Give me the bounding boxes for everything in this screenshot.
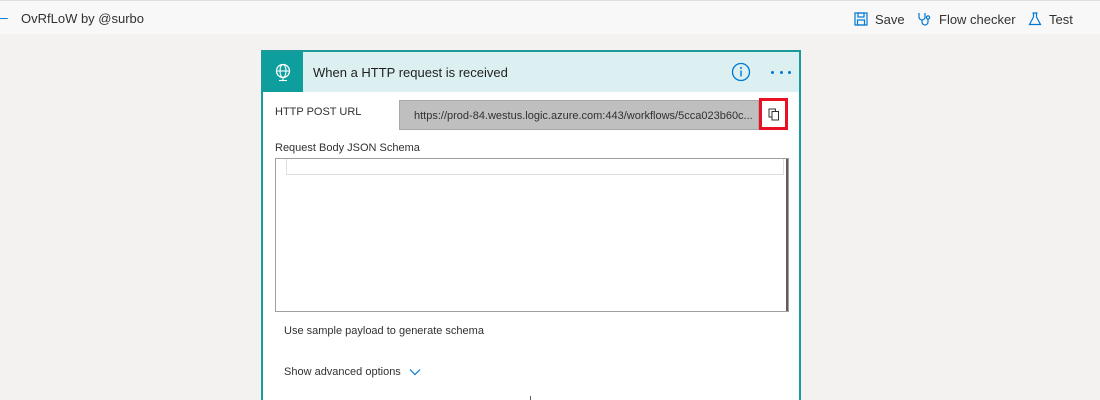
http-request-trigger-icon <box>263 52 303 92</box>
schema-editor-first-line <box>286 159 784 175</box>
copy-url-button[interactable] <box>759 98 788 130</box>
more-options-icon[interactable] <box>771 71 791 75</box>
back-arrow-icon[interactable]: – <box>0 9 8 25</box>
flow-checker-button[interactable]: Flow checker <box>917 10 1016 28</box>
schema-label: Request Body JSON Schema <box>275 142 420 154</box>
http-post-url-label: HTTP POST URL <box>275 106 362 118</box>
test-button[interactable]: Test <box>1028 10 1073 28</box>
command-bar: – OvRfLoW by @surbo Save Flow checker Te… <box>0 0 1100 34</box>
flask-icon <box>1028 12 1042 26</box>
flow-title: OvRfLoW by @surbo <box>21 11 145 26</box>
http-post-url-field[interactable]: https://prod-84.westus.logic.azure.com:4… <box>399 100 759 130</box>
flow-connector-line <box>530 396 531 400</box>
info-icon[interactable] <box>731 62 751 82</box>
test-label: Test <box>1049 11 1073 27</box>
stethoscope-icon <box>918 12 931 26</box>
save-label: Save <box>875 11 905 27</box>
schema-editor[interactable] <box>275 158 789 312</box>
show-advanced-options-label: Show advanced options <box>284 366 401 378</box>
schema-editor-scrollbar[interactable] <box>786 159 788 311</box>
save-button[interactable]: Save <box>854 10 905 28</box>
card-header[interactable]: When a HTTP request is received <box>263 52 799 92</box>
flow-checker-label: Flow checker <box>939 11 1016 27</box>
show-advanced-options-toggle[interactable]: Show advanced options <box>284 366 421 378</box>
globe-icon <box>275 63 291 82</box>
copy-icon <box>768 108 779 120</box>
http-trigger-card: When a HTTP request is received HTTP POS… <box>261 50 801 400</box>
save-icon <box>854 12 868 26</box>
card-title: When a HTTP request is received <box>313 65 508 80</box>
use-sample-payload-link[interactable]: Use sample payload to generate schema <box>284 325 484 337</box>
chevron-down-icon <box>409 369 421 376</box>
